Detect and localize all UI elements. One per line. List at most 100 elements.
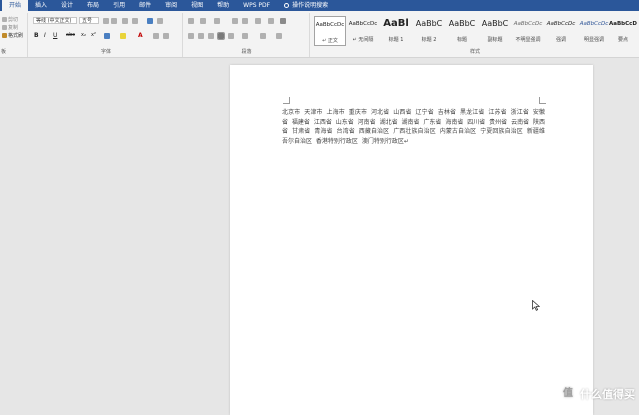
style-heading-1[interactable]: AaBl 标题 1 bbox=[380, 16, 412, 46]
watermark-logo: 值 bbox=[560, 386, 576, 402]
style-subtle-emphasis[interactable]: AaBbCcDc 不明显强调 bbox=[512, 16, 544, 46]
clipboard-group: 剪切 复制 格式刷 板 bbox=[0, 13, 28, 57]
bold-button[interactable]: B bbox=[34, 32, 39, 39]
style-sample: AaBbC bbox=[481, 19, 509, 28]
tab-review[interactable]: 审阅 bbox=[158, 0, 184, 11]
style-sample: AaBbCcDc bbox=[513, 21, 543, 27]
ribbon-tab-bar: 开始 插入 设计 布局 引用 邮件 审阅 视图 帮助 WPS PDF 操作说明搜… bbox=[0, 0, 639, 11]
copy-button[interactable]: 复制 bbox=[8, 24, 18, 31]
justify-icon[interactable] bbox=[217, 32, 225, 40]
style-normal[interactable]: AaBbCcDc ↵ 正文 bbox=[314, 16, 346, 46]
style-subtitle[interactable]: AaBbC 副标题 bbox=[479, 16, 511, 46]
tab-wps-pdf[interactable]: WPS PDF bbox=[236, 0, 277, 11]
document-page[interactable]: 北京市 天津市 上海市 重庆市 河北省 山西省 辽宁省 吉林省 黑龙江省 江苏省… bbox=[230, 65, 593, 415]
style-no-spacing[interactable]: AaBbCcDc ↵ 无间隔 bbox=[347, 16, 379, 46]
format-painter-icon[interactable] bbox=[2, 33, 7, 38]
style-sample: AaBl bbox=[383, 18, 409, 29]
style-name: 要点 bbox=[617, 37, 628, 43]
tab-layout[interactable]: 布局 bbox=[80, 0, 106, 11]
font-color-button[interactable]: A bbox=[138, 32, 143, 39]
style-name: 副标题 bbox=[487, 37, 503, 43]
align-right-icon[interactable] bbox=[208, 33, 214, 39]
shading-icon[interactable] bbox=[260, 33, 266, 39]
enclose-char-icon[interactable] bbox=[157, 18, 163, 24]
style-sample: AaBbCcDc bbox=[315, 22, 345, 28]
change-case-icon[interactable] bbox=[122, 18, 128, 24]
style-name: 不明显强调 bbox=[515, 37, 541, 43]
align-center-icon[interactable] bbox=[198, 33, 204, 39]
cut-button[interactable]: 剪切 bbox=[8, 16, 18, 23]
underline-button[interactable]: U bbox=[53, 32, 57, 39]
text-effects-icon[interactable] bbox=[104, 33, 110, 39]
increase-indent-icon[interactable] bbox=[242, 18, 248, 24]
font-name-select[interactable]: 等线 (中文正文) bbox=[33, 17, 77, 24]
borders-icon[interactable] bbox=[276, 33, 282, 39]
style-name: 标题 2 bbox=[421, 37, 437, 43]
strikethrough-button[interactable]: abc bbox=[66, 32, 75, 38]
font-size-select[interactable]: 五号 bbox=[79, 17, 99, 24]
tab-design[interactable]: 设计 bbox=[54, 0, 80, 11]
copy-icon[interactable] bbox=[2, 25, 7, 30]
tab-mailings[interactable]: 邮件 bbox=[132, 0, 158, 11]
style-name: 强调 bbox=[555, 37, 566, 43]
multilevel-list-icon[interactable] bbox=[214, 18, 220, 24]
align-left-icon[interactable] bbox=[188, 33, 194, 39]
styles-group-label: 样式 bbox=[469, 49, 480, 55]
style-heading-2[interactable]: AaBbC 标题 2 bbox=[413, 16, 445, 46]
style-name: 明显强调 bbox=[583, 37, 604, 43]
style-name: 标题 1 bbox=[388, 37, 404, 43]
margin-corner-mark bbox=[539, 97, 546, 104]
tab-help[interactable]: 帮助 bbox=[210, 0, 236, 11]
decrease-indent-icon[interactable] bbox=[232, 18, 238, 24]
char-border-icon[interactable] bbox=[163, 33, 169, 39]
char-shading-icon[interactable] bbox=[153, 33, 159, 39]
styles-group: AaBbCcDc ↵ 正文 AaBbCcDc ↵ 无间隔 AaBl 标题 1 A… bbox=[311, 13, 639, 57]
watermark: 值 什么值得买 bbox=[560, 386, 635, 402]
tell-me-label: 操作说明搜索 bbox=[292, 2, 329, 9]
italic-button[interactable]: I bbox=[44, 32, 46, 39]
grow-font-icon[interactable] bbox=[103, 18, 109, 24]
clear-format-icon[interactable] bbox=[132, 18, 138, 24]
style-sample: AaBbCcDc bbox=[609, 21, 637, 27]
tab-view[interactable]: 视图 bbox=[184, 0, 210, 11]
line-spacing-icon[interactable] bbox=[242, 33, 248, 39]
numbering-icon[interactable] bbox=[200, 18, 206, 24]
tab-insert[interactable]: 插入 bbox=[28, 0, 54, 11]
font-group-label: 字体 bbox=[100, 49, 111, 55]
style-name: ↵ 无间隔 bbox=[352, 37, 374, 43]
format-painter-button[interactable]: 格式刷 bbox=[8, 32, 23, 39]
ribbon: 剪切 复制 格式刷 板 等线 (中文正文) 五号 B I U abc x₂ x²… bbox=[0, 11, 639, 58]
superscript-button[interactable]: x² bbox=[91, 32, 96, 38]
cut-icon[interactable] bbox=[2, 17, 7, 22]
paragraph-group: 段落 bbox=[184, 13, 310, 57]
style-emphasis[interactable]: AaBbCcDc 强调 bbox=[545, 16, 577, 46]
bullets-icon[interactable] bbox=[188, 18, 194, 24]
show-marks-icon[interactable] bbox=[280, 18, 286, 24]
highlight-icon[interactable] bbox=[120, 33, 126, 39]
tab-home[interactable]: 开始 bbox=[2, 0, 29, 11]
mouse-pointer-icon bbox=[532, 300, 540, 311]
clipboard-group-label: 板 bbox=[1, 49, 7, 55]
style-name: ↵ 正文 bbox=[322, 38, 338, 44]
document-body-text[interactable]: 北京市 天津市 上海市 重庆市 河北省 山西省 辽宁省 吉林省 黑龙江省 江苏省… bbox=[282, 108, 545, 146]
style-name: 标题 bbox=[456, 37, 467, 43]
watermark-text: 什么值得买 bbox=[580, 388, 635, 401]
tab-references[interactable]: 引用 bbox=[106, 0, 132, 11]
style-sample: AaBbCcDc bbox=[579, 21, 609, 27]
margin-corner-mark bbox=[283, 97, 290, 104]
sort-icon[interactable] bbox=[268, 18, 274, 24]
lightbulb-icon bbox=[284, 3, 290, 8]
shrink-font-icon[interactable] bbox=[111, 18, 117, 24]
font-group: 等线 (中文正文) 五号 B I U abc x₂ x² A 字体 bbox=[30, 13, 183, 57]
tell-me-search[interactable]: 操作说明搜索 bbox=[277, 0, 335, 11]
chinese-layout-icon[interactable] bbox=[255, 18, 261, 24]
style-strong[interactable]: AaBbCcDc 要点 bbox=[609, 16, 637, 46]
style-sample: AaBbC bbox=[415, 19, 443, 28]
paragraph-group-label: 段落 bbox=[241, 49, 252, 55]
subscript-button[interactable]: x₂ bbox=[81, 32, 86, 38]
style-title[interactable]: AaBbC 标题 bbox=[446, 16, 478, 46]
phonetic-guide-icon[interactable] bbox=[147, 18, 153, 24]
style-intense-emphasis[interactable]: AaBbCcDc 明显强调 bbox=[578, 16, 610, 46]
distributed-icon[interactable] bbox=[228, 33, 234, 39]
style-sample: AaBbC bbox=[448, 19, 476, 28]
